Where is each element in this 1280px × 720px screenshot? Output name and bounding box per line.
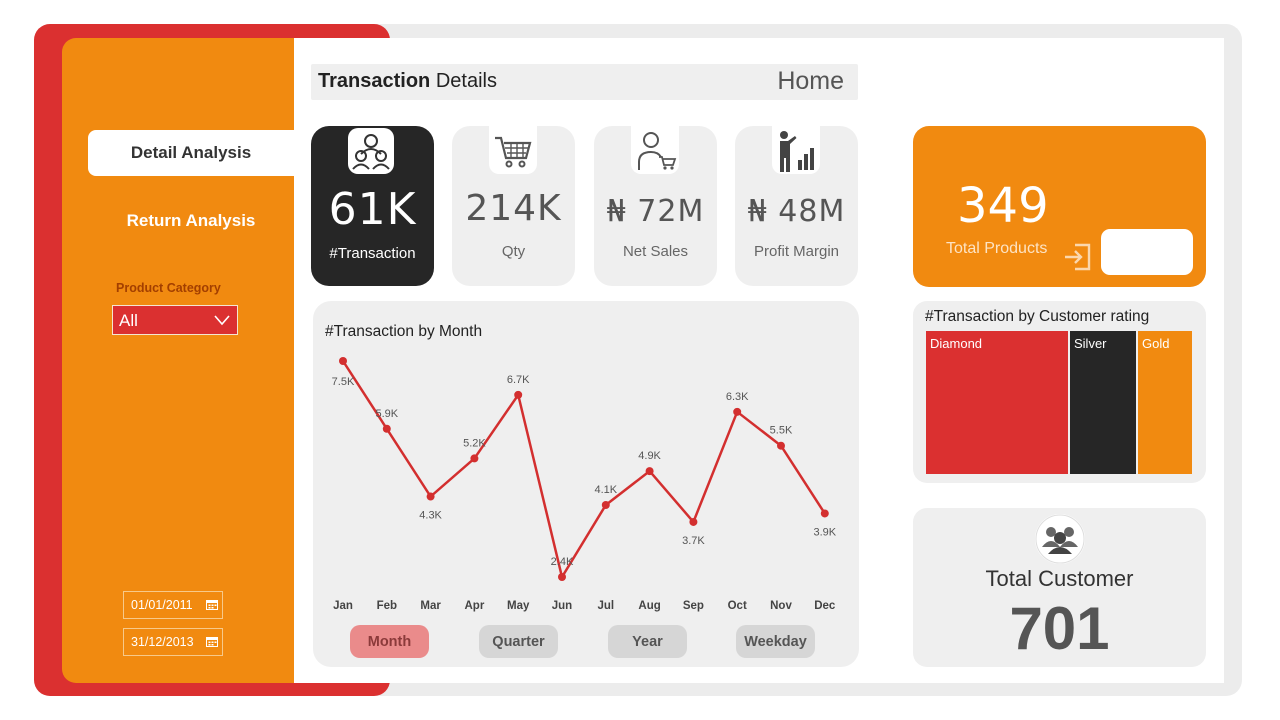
total-products-label: Total Products [946,240,1048,257]
period-weekday-button[interactable]: Weekday [736,625,815,658]
data-label: 3.9K [813,526,836,538]
customer-rating-treemap: #Transaction by Customer rating Diamond … [913,301,1206,483]
start-date-field[interactable]: 01/01/2011 [123,591,223,619]
page-title-bar: Transaction Details Home [311,64,858,100]
period-month-button[interactable]: Month [350,625,429,658]
treemap-label-diamond: Diamond [930,336,983,351]
data-point[interactable] [558,573,566,581]
x-tick-label: Sep [683,600,704,612]
kpi-profit-label: Profit Margin [753,243,840,260]
customers-group-icon [1035,514,1085,564]
total-customer-value: 701 [1009,595,1110,662]
treemap-label-gold: Gold [1142,336,1170,351]
data-label: 5.9K [375,408,398,420]
x-tick-label: Aug [638,600,660,612]
period-quarter-button[interactable]: Quarter [479,625,558,658]
total-products-value: 349 [957,178,1049,234]
series-line [341,360,826,581]
treemap-segment-silver[interactable]: Silver [1070,331,1136,474]
shopper-cart-icon [631,126,679,174]
treemap-segment-diamond[interactable]: Diamond [926,331,1068,474]
x-tick-label: Jul [597,600,614,612]
data-label: 2.4K [551,556,574,568]
treemap-segment-gold[interactable]: Gold [1138,331,1192,474]
kpi-card-profit-margin: ₦ 48M Profit Margin [735,126,858,286]
data-label: 7.5K [332,376,355,388]
end-date-value: 31/12/2013 [131,635,194,649]
x-tick-label: Feb [377,600,397,612]
shopping-cart-icon [489,126,537,174]
start-date-value: 01/01/2011 [131,598,193,612]
data-point[interactable] [689,517,698,526]
group-users-icon [348,128,394,174]
x-tick-label: May [507,600,530,612]
chevron-down-icon [214,315,230,326]
home-button[interactable]: Home [777,67,844,96]
end-date-field[interactable]: 31/12/2013 [123,628,223,656]
period-year-button[interactable]: Year [608,625,687,658]
data-label: 4.9K [638,450,661,462]
data-point[interactable] [777,441,785,450]
kpi-transactions-label: #Transaction [329,245,416,262]
calendar-icon[interactable] [206,599,218,610]
data-point[interactable] [601,501,610,509]
nav-detail-analysis[interactable]: Detail Analysis [88,130,294,176]
data-point[interactable] [733,407,742,416]
x-tick-label: Jan [333,600,353,612]
kpi-profit-value: ₦ 48M [747,194,846,229]
product-category-label: Product Category [116,281,221,295]
x-tick-label: Dec [814,600,836,612]
data-point[interactable] [470,454,479,463]
data-label: 4.1K [594,484,617,496]
data-label: 3.7K [682,535,705,547]
data-label: 5.5K [770,425,793,437]
kpi-qty-value: 214K [465,188,562,229]
data-label: 4.3K [419,510,442,522]
kpi-card-qty: 214K Qty [452,126,575,286]
data-label: 6.3K [726,391,749,403]
x-tick-label: Nov [770,600,792,612]
data-label: 6.7K [507,374,530,386]
kpi-card-net-sales: ₦ 72M Net Sales [594,126,717,286]
x-tick-label: Jun [552,600,572,612]
data-point[interactable] [426,492,435,501]
kpi-transactions-value: 61K [328,184,417,235]
treemap-title: #Transaction by Customer rating [925,308,1150,325]
nav-return-analysis[interactable]: Return Analysis [88,198,294,244]
data-point[interactable] [645,467,654,476]
line-chart: 7.5K Jan 5.9K Feb 4.3K Mar 5.2K Apr 6.7K May 2.4K J… [332,357,837,612]
data-point[interactable] [339,357,347,365]
total-products-card: 349 Total Products [913,126,1206,287]
kpi-net-sales-label: Net Sales [622,243,689,260]
total-customer-label: Total Customer [985,566,1134,591]
transactions-by-month-chart: #Transaction by Month 7.5K Jan 5.9K Feb 4.3K… [313,301,859,667]
total-customer-card: Total Customer 701 [913,508,1206,667]
kpi-qty-label: Qty [501,243,526,260]
data-label: 5.2K [463,437,486,449]
kpi-card-transactions: 61K #Transaction [311,126,434,286]
x-tick-label: Oct [728,600,747,612]
data-point[interactable] [382,424,391,433]
presenter-bar-chart-icon [772,126,820,174]
page-title: Transaction Details [318,70,497,92]
x-tick-label: Mar [420,600,441,612]
product-category-value: All [119,311,138,330]
product-category-dropdown[interactable]: All [112,305,238,335]
x-tick-label: Apr [464,600,484,612]
products-blank-panel [1101,229,1193,275]
treemap-label-silver: Silver [1074,336,1107,351]
data-point[interactable] [514,390,523,399]
data-point[interactable] [820,509,829,518]
calendar-icon[interactable] [206,636,218,647]
exit-icon[interactable] [1061,239,1095,273]
kpi-net-sales-value: ₦ 72M [606,194,705,229]
